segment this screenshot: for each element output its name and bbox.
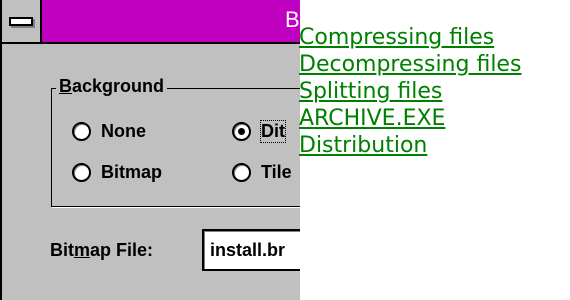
radio-none-circle[interactable] [72,122,91,141]
background-groupbox [51,88,300,207]
radio-tile-label: Tile [261,162,292,182]
link-archive-exe[interactable]: ARCHIVE.EXE [299,105,521,132]
title-bar: B [2,0,300,44]
radio-none-label: None [101,121,146,141]
link-decompressing-files[interactable]: Decompressing files [299,51,521,78]
radio-none[interactable]: None [72,121,146,142]
radio-bitmap-label: Bitmap [101,162,163,182]
link-distribution[interactable]: Distribution [299,132,521,159]
link-splitting-files[interactable]: Splitting files [299,78,521,105]
bitmap-label-accelerator: m [74,240,91,260]
bitmap-file-label: Bitmap File: [50,240,153,261]
radio-dither-label: Dit [260,120,286,143]
background-label-rest: ackground [72,76,165,96]
bitmap-label-pre: Bit [50,240,74,260]
radio-tile-circle[interactable] [232,163,251,182]
window-title: B [285,7,300,32]
background-accelerator: B [59,76,72,96]
topic-links: Compressing files Decompressing files Sp… [299,24,521,159]
bitmap-file-input[interactable]: install.br [202,229,300,271]
radio-tile[interactable]: Tile [232,162,292,183]
system-menu-button[interactable] [2,0,42,42]
radio-bitmap-circle[interactable] [72,163,91,182]
background-group-label: Background [56,76,168,97]
radio-dither-circle[interactable] [232,122,251,141]
radio-dither[interactable]: Dit [232,120,286,143]
link-compressing-files[interactable]: Compressing files [299,24,521,51]
setup-dialog: B Background None Dit Bitmap Tile Bitmap… [0,0,300,300]
radio-bitmap[interactable]: Bitmap [72,162,162,183]
system-menu-icon [9,17,33,26]
bitmap-label-post: ap File: [90,240,154,260]
